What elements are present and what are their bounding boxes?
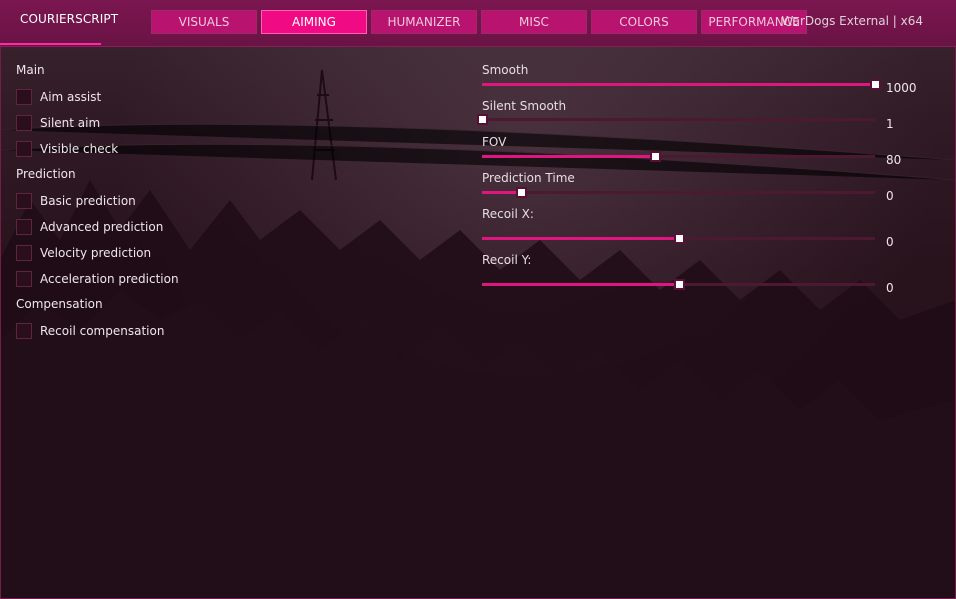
tab-label: COLORS xyxy=(619,15,669,29)
slider-thumb[interactable] xyxy=(673,279,685,290)
slider-fov[interactable] xyxy=(482,151,875,163)
slider-recoil-x[interactable] xyxy=(482,233,875,245)
checkbox-box[interactable] xyxy=(16,219,32,235)
slider-thumb[interactable] xyxy=(870,79,881,90)
tab-label: VISUALS xyxy=(178,15,230,29)
slider-silent-smooth[interactable] xyxy=(477,114,875,126)
checkbox-box[interactable] xyxy=(16,245,32,261)
slider-fill xyxy=(482,237,679,240)
slider-recoil-y[interactable] xyxy=(482,279,875,291)
checkbox-box[interactable] xyxy=(16,271,32,287)
slider-label-recoil-x: Recoil X: xyxy=(482,207,534,221)
checkbox-recoil-compensation[interactable]: Recoil compensation xyxy=(16,322,164,340)
checkbox-box[interactable] xyxy=(16,323,32,339)
checkbox-acceleration-prediction[interactable]: Acceleration prediction xyxy=(16,270,179,288)
tab-visuals[interactable]: VISUALS xyxy=(151,10,257,34)
checkbox-label: Advanced prediction xyxy=(40,220,164,234)
slider-label-prediction-time: Prediction Time xyxy=(482,171,575,185)
slider-value-recoil-x: 0 xyxy=(886,235,894,249)
checkbox-label: Silent aim xyxy=(40,116,101,130)
slider-prediction-time[interactable] xyxy=(482,187,875,199)
slider-thumb[interactable] xyxy=(516,187,528,198)
brand-underline xyxy=(0,43,101,45)
slider-thumb[interactable] xyxy=(477,114,488,125)
slider-value-fov: 80 xyxy=(886,153,902,167)
checkbox-label: Aim assist xyxy=(40,90,102,104)
tab-label: HUMANIZER xyxy=(387,15,461,29)
slider-value-prediction-time: 0 xyxy=(886,189,894,203)
checkbox-box[interactable] xyxy=(16,141,32,157)
checkbox-visible-check[interactable]: Visible check xyxy=(16,140,118,158)
checkbox-label: Acceleration prediction xyxy=(40,272,179,286)
tab-misc[interactable]: MISC xyxy=(481,10,587,34)
slider-fill xyxy=(482,83,875,86)
slider-label-fov: FOV xyxy=(482,135,507,149)
brand-tab[interactable]: COURIERSCRIPT xyxy=(0,0,118,46)
checkbox-label: Visible check xyxy=(40,142,119,156)
slider-smooth[interactable] xyxy=(482,79,881,91)
slider-label-silent-smooth: Silent Smooth xyxy=(482,99,567,113)
tab-label: AIMING xyxy=(292,15,336,29)
slider-label-smooth: Smooth xyxy=(482,63,529,77)
slider-fill xyxy=(482,155,655,158)
slider-thumb[interactable] xyxy=(673,233,685,244)
brand-label: COURIERSCRIPT xyxy=(20,12,119,26)
checkbox-aim-assist[interactable]: Aim assist xyxy=(16,88,101,106)
checkbox-velocity-prediction[interactable]: Velocity prediction xyxy=(16,244,151,262)
checkbox-silent-aim[interactable]: Silent aim xyxy=(16,114,100,132)
slider-fill xyxy=(482,283,679,286)
slider-label-recoil-y: Recoil Y: xyxy=(482,253,532,267)
checkbox-box[interactable] xyxy=(16,193,32,209)
tab-label: MISC xyxy=(519,15,549,29)
section-title-prediction: Prediction xyxy=(16,167,76,181)
checkbox-label: Recoil compensation xyxy=(40,324,165,338)
slider-track xyxy=(482,118,875,121)
slider-value-silent-smooth: 1 xyxy=(886,117,894,131)
slider-thumb[interactable] xyxy=(649,151,661,162)
slider-value-recoil-y: 0 xyxy=(886,281,894,295)
checkbox-box[interactable] xyxy=(16,115,32,131)
checkbox-label: Basic prediction xyxy=(40,194,136,208)
tab-colors[interactable]: COLORS xyxy=(591,10,697,34)
tab-aiming[interactable]: AIMING xyxy=(261,10,367,34)
section-title-main: Main xyxy=(16,63,45,77)
window-title: WarDogs External | x64 xyxy=(781,14,923,28)
checkbox-box[interactable] xyxy=(16,89,32,105)
slider-value-smooth: 1000 xyxy=(886,81,917,95)
checkbox-basic-prediction[interactable]: Basic prediction xyxy=(16,192,136,210)
section-title-compensation: Compensation xyxy=(16,297,103,311)
slider-track xyxy=(482,191,875,194)
tab-humanizer[interactable]: HUMANIZER xyxy=(371,10,477,34)
title-bar: COURIERSCRIPT VISUALS AIMING HUMANIZER M… xyxy=(0,0,956,47)
checkbox-advanced-prediction[interactable]: Advanced prediction xyxy=(16,218,163,236)
checkbox-label: Velocity prediction xyxy=(40,246,152,260)
